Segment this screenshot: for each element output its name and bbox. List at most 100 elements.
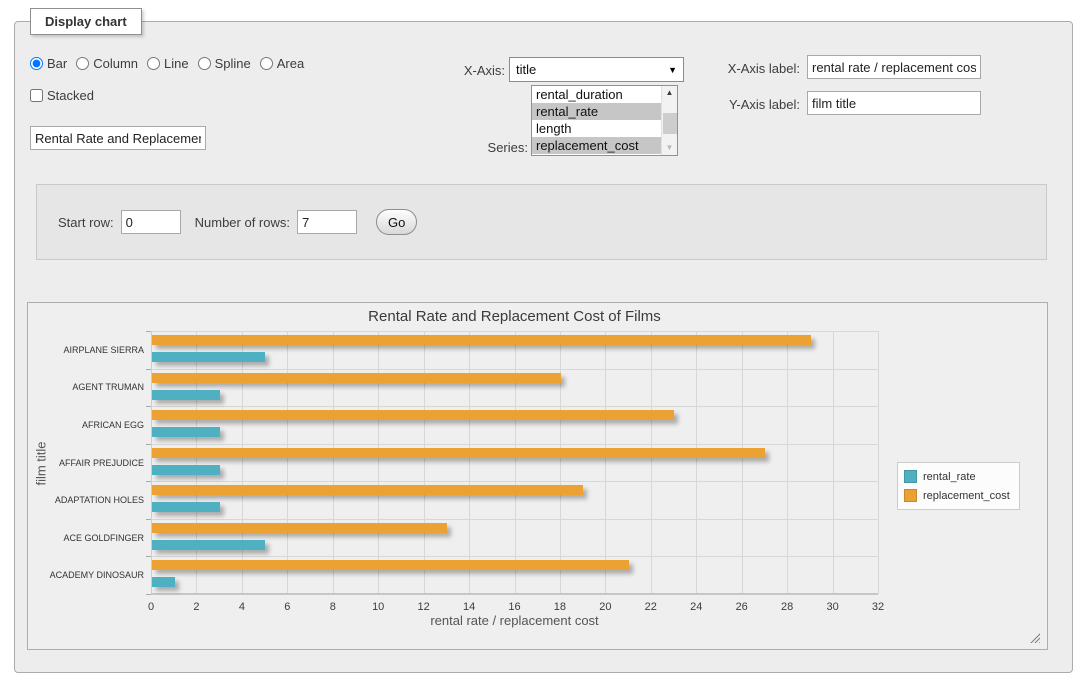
bar-rental-rate-6: [152, 577, 175, 587]
plot-area: [151, 331, 878, 594]
bar-replacement-cost-2: [152, 410, 674, 420]
y-tick-mark: [146, 444, 151, 445]
gridline: [651, 331, 652, 594]
chart-type-radio-line[interactable]: [147, 57, 160, 70]
chart-title-input[interactable]: [30, 126, 206, 150]
series-label: Series:: [440, 140, 528, 155]
x-tick-label: 12: [409, 601, 439, 613]
stacked-row: Stacked: [30, 88, 94, 103]
x-tick-label: 6: [272, 601, 302, 613]
fieldset-legend: Display chart: [30, 8, 142, 35]
stacked-label: Stacked: [47, 88, 94, 103]
stacked-checkbox[interactable]: [30, 89, 43, 102]
category-label: ACADEMY DINOSAUR: [28, 570, 144, 581]
x-tick-label: 24: [681, 601, 711, 613]
y-tick-mark: [146, 406, 151, 407]
go-button[interactable]: Go: [376, 209, 417, 235]
chevron-down-icon: ▼: [668, 65, 677, 75]
stacked-option[interactable]: Stacked: [30, 88, 94, 103]
x-tick-label: 4: [227, 601, 257, 613]
chart-type-option-label: Line: [164, 56, 189, 71]
resize-handle-icon[interactable]: [1029, 632, 1040, 643]
chart-type-option-area[interactable]: Area: [260, 56, 304, 71]
category-label: AGENT TRUMAN: [28, 382, 144, 393]
bar-rental-rate-3: [152, 465, 220, 475]
x-tick-label: 14: [454, 601, 484, 613]
legend-label: replacement_cost: [923, 490, 1010, 502]
chart-type-option-bar[interactable]: Bar: [30, 56, 67, 71]
chart-type-radio-spline[interactable]: [198, 57, 211, 70]
category-label: AIRPLANE SIERRA: [28, 345, 144, 356]
gridline: [151, 331, 878, 332]
y-tick-mark: [146, 594, 151, 595]
series-option-length[interactable]: length: [532, 120, 661, 137]
chart-type-radio-column[interactable]: [76, 57, 89, 70]
gridline: [696, 331, 697, 594]
page: Display chart Bar Column Line Spline Area St…: [0, 0, 1081, 681]
chart-type-option-column[interactable]: Column: [76, 56, 138, 71]
gridline: [742, 331, 743, 594]
x-tick-label: 2: [181, 601, 211, 613]
gridline: [151, 369, 878, 370]
gridline: [515, 331, 516, 594]
scroll-down-icon[interactable]: ▼: [662, 141, 677, 155]
y-axis-label-input[interactable]: [807, 91, 981, 115]
x-axis-label-input[interactable]: [807, 55, 981, 79]
x-axis-selected-value: title: [516, 62, 536, 77]
x-axis-label: X-Axis:: [420, 63, 505, 78]
series-option-rental_rate[interactable]: rental_rate: [532, 103, 661, 120]
category-label: ACE GOLDFINGER: [28, 533, 144, 544]
legend-item-rental_rate: rental_rate: [904, 467, 1010, 486]
bar-rental-rate-5: [152, 540, 265, 550]
gridline: [378, 331, 379, 594]
gridline: [151, 481, 878, 482]
y-tick-mark: [146, 369, 151, 370]
bar-rental-rate-2: [152, 427, 220, 437]
gridline: [833, 331, 834, 594]
bar-rental-rate-0: [152, 352, 265, 362]
legend-swatch-icon: [904, 489, 917, 502]
legend-label: rental_rate: [923, 471, 976, 483]
series-listbox-items: rental_durationrental_ratelengthreplacem…: [532, 86, 661, 155]
gridline: [151, 406, 878, 407]
x-tick-label: 10: [363, 601, 393, 613]
category-label: AFRICAN EGG: [28, 420, 144, 431]
chart-type-option-spline[interactable]: Spline: [198, 56, 251, 71]
gridline: [787, 331, 788, 594]
gridline: [196, 331, 197, 594]
scroll-up-icon[interactable]: ▲: [662, 86, 677, 100]
chart-type-option-label: Column: [93, 56, 138, 71]
x-tick-label: 32: [863, 601, 893, 613]
num-rows-input[interactable]: [297, 210, 357, 234]
y-tick-mark: [146, 481, 151, 482]
chart-type-radio-area[interactable]: [260, 57, 273, 70]
num-rows-label: Number of rows:: [195, 215, 290, 230]
gridline: [333, 331, 334, 594]
start-row-input[interactable]: [121, 210, 181, 234]
bar-rental-rate-4: [152, 502, 220, 512]
x-tick-label: 20: [590, 601, 620, 613]
scrollbar-thumb[interactable]: [663, 113, 677, 134]
x-tick-label: 28: [772, 601, 802, 613]
bar-replacement-cost-1: [152, 373, 561, 383]
y-tick-mark: [146, 556, 151, 557]
chart-type-option-line[interactable]: Line: [147, 56, 189, 71]
series-option-rental_duration[interactable]: rental_duration: [532, 86, 661, 103]
gridline: [242, 331, 243, 594]
bar-rental-rate-1: [152, 390, 220, 400]
gridline: [469, 331, 470, 594]
x-tick-label: 26: [727, 601, 757, 613]
listbox-scrollbar[interactable]: ▲ ▼: [661, 86, 677, 155]
bar-replacement-cost-3: [152, 448, 765, 458]
chart-type-radios: Bar Column Line Spline Area: [30, 56, 304, 71]
x-axis-select[interactable]: title ▼: [509, 57, 684, 82]
category-label: AFFAIR PREJUDICE: [28, 458, 144, 469]
y-tick-mark: [146, 519, 151, 520]
chart-type-radio-bar[interactable]: [30, 57, 43, 70]
series-listbox[interactable]: rental_durationrental_ratelengthreplacem…: [531, 85, 678, 156]
x-tick-label: 16: [500, 601, 530, 613]
x-axis-line: [151, 593, 878, 595]
series-option-replacement_cost[interactable]: replacement_cost: [532, 137, 661, 154]
x-tick-label: 30: [818, 601, 848, 613]
gridline: [287, 331, 288, 594]
